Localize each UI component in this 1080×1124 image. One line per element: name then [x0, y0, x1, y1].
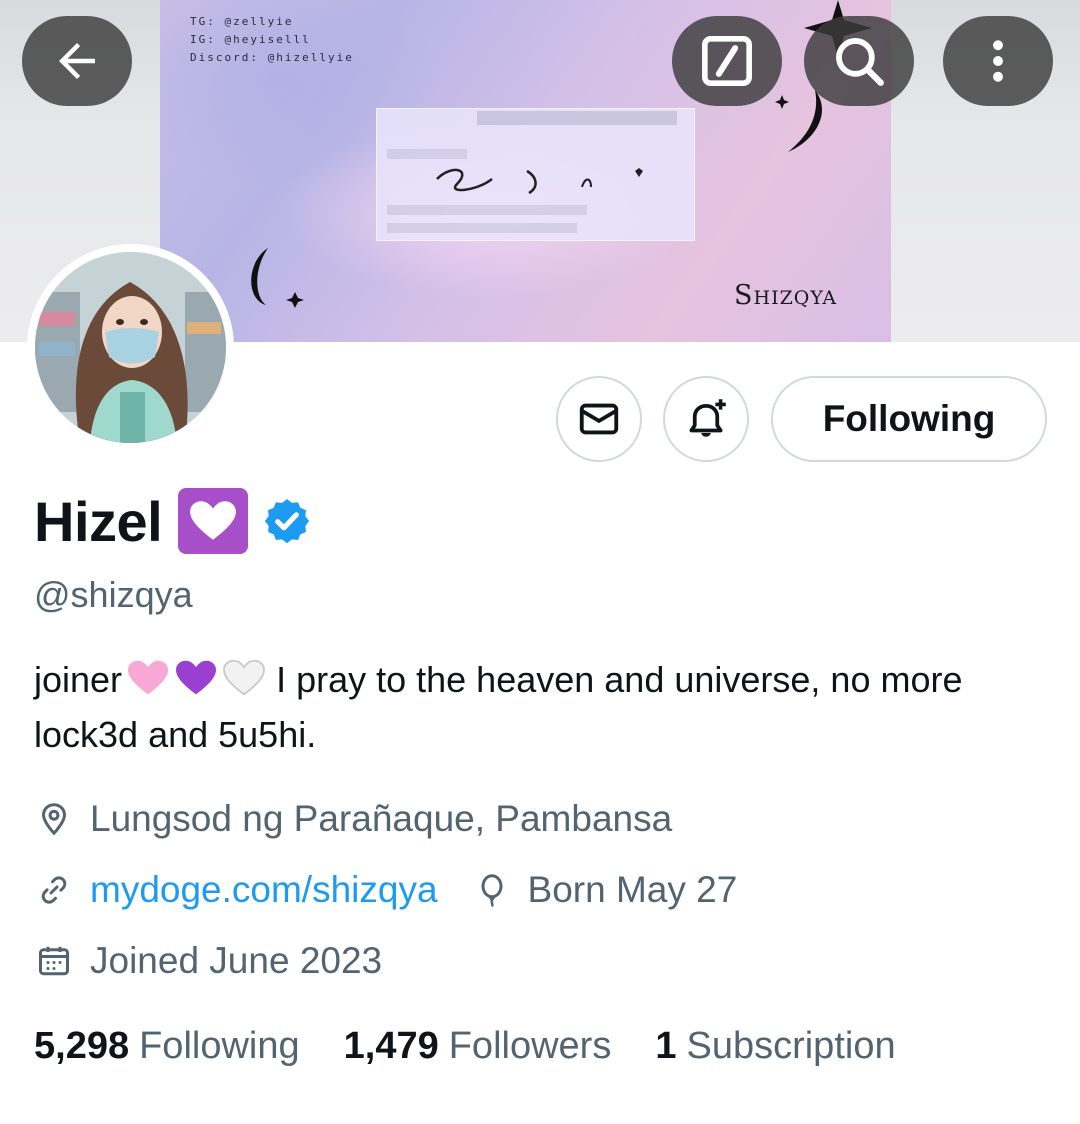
banner-social-line: Discord: @hizellyie — [190, 51, 354, 64]
bio-emoji-hearts — [126, 658, 266, 698]
website-link[interactable]: mydoge.com/shizqya — [90, 869, 438, 911]
following-label: Following — [139, 1025, 300, 1067]
search-button[interactable] — [804, 16, 914, 106]
location-text: Lungsod ng Parañaque, Pambansa — [90, 798, 673, 839]
website-row: mydoge.com/shizqya Born May 27 — [34, 869, 737, 911]
user-handle: @shizqya — [34, 574, 193, 615]
heart-icon — [190, 501, 237, 540]
more-options-button[interactable] — [943, 16, 1053, 106]
bio-prefix: joiner — [34, 659, 123, 700]
grok-slash-icon — [702, 36, 752, 86]
birthday-text: Born May 27 — [527, 869, 738, 910]
calendar-icon — [34, 941, 74, 981]
follow-stats: 5,298 Following 1,479 Followers 1 Subscript… — [34, 1025, 940, 1068]
search-icon — [836, 38, 884, 86]
envelope-icon — [579, 403, 619, 435]
joined-text: Joined June 2023 — [90, 940, 383, 981]
banner-image[interactable]: TG: @zellyie IG: @heyiselll Discord: @hi… — [160, 0, 891, 342]
subscription-count: 1 — [655, 1025, 677, 1067]
banner-signature: Shizqya — [734, 280, 838, 311]
white-heart-icon — [223, 659, 265, 696]
more-vertical-icon — [993, 40, 1003, 82]
back-button[interactable] — [22, 16, 132, 106]
banner-social-handles: TG: @zellyie IG: @heyiselll Discord: @hi… — [190, 13, 354, 67]
following-count: 5,298 — [34, 1025, 130, 1067]
avatar[interactable] — [27, 244, 234, 451]
bell-plus-icon — [689, 399, 726, 437]
location-pin-icon — [34, 799, 74, 839]
banner-social-line: IG: @heyiselll — [190, 33, 311, 46]
following-button[interactable]: Following — [771, 376, 1047, 462]
following-stat[interactable]: 5,298 Following — [34, 1025, 300, 1068]
notifications-button[interactable] — [663, 376, 749, 462]
link-icon — [34, 870, 74, 910]
avatar-image — [35, 252, 226, 443]
birthday: Born May 27 — [472, 869, 738, 911]
avatar-illustration — [35, 252, 226, 443]
verified-badge-icon[interactable] — [262, 496, 312, 546]
balloon-icon — [472, 870, 512, 910]
profile-bio: joiner I pray to the heaven and universe,… — [34, 652, 1034, 762]
banner-social-line: TG: @zellyie — [190, 15, 294, 28]
display-name-row: Hizel — [34, 488, 312, 554]
followers-label: Followers — [448, 1025, 612, 1067]
location-row: Lungsod ng Parañaque, Pambansa — [34, 798, 672, 840]
purple-heart-icon — [176, 660, 217, 695]
grok-button[interactable] — [672, 16, 782, 106]
message-button[interactable] — [556, 376, 642, 462]
pink-heart-icon — [128, 660, 169, 695]
arrow-left-icon — [59, 43, 95, 79]
followers-count: 1,479 — [343, 1025, 439, 1067]
white-heart-emoji — [178, 488, 249, 554]
subscription-label: Subscription — [686, 1025, 896, 1067]
subscription-stat[interactable]: 1 Subscription — [655, 1025, 895, 1068]
joined-row: Joined June 2023 — [34, 940, 382, 982]
followers-stat[interactable]: 1,479 Followers — [344, 1025, 612, 1068]
display-name: Hizel — [34, 489, 163, 553]
